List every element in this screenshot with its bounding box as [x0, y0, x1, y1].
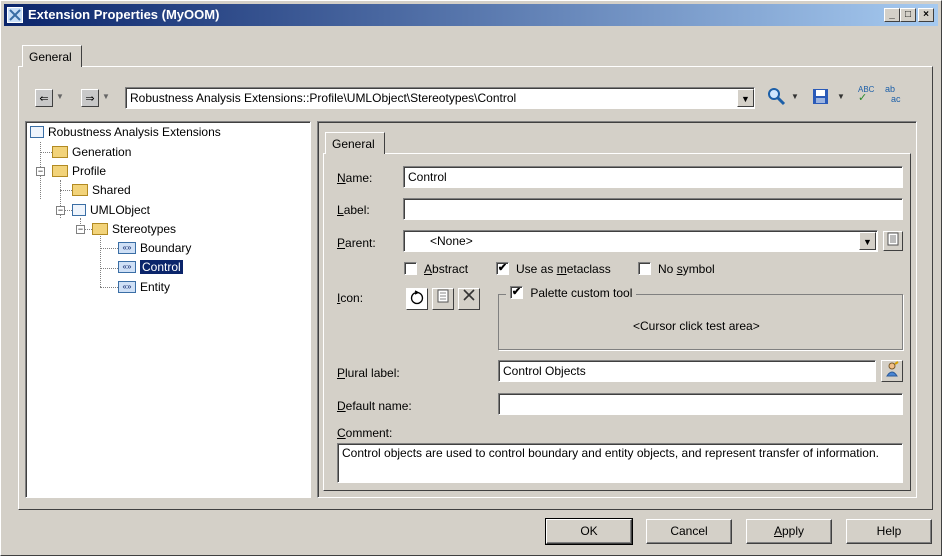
- tree-item-entity-label: Entity: [140, 280, 171, 294]
- spell-check-mark: ✓: [858, 92, 868, 104]
- help-button[interactable]: Help: [846, 519, 932, 544]
- back-dropdown-icon[interactable]: ▼: [56, 92, 64, 101]
- metaclass-checkbox[interactable]: ✔: [496, 262, 509, 275]
- metaclass-label: Use as metaclass: [516, 262, 611, 276]
- close-button[interactable]: ×: [918, 8, 934, 22]
- tree-item-shared[interactable]: Shared: [72, 181, 131, 199]
- object-path-combobox[interactable]: Robustness Analysis Extensions::Profile\…: [125, 87, 755, 109]
- comment-textarea[interactable]: Control objects are used to control boun…: [337, 443, 903, 483]
- folder-open-icon: [92, 222, 108, 235]
- find-dropdown-icon[interactable]: ▼: [791, 92, 799, 101]
- tab-general-inner[interactable]: General: [325, 132, 385, 154]
- cancel-button[interactable]: Cancel: [646, 519, 732, 544]
- delete-icon-button[interactable]: [458, 288, 480, 310]
- collapse-umlobject-icon[interactable]: −: [56, 206, 65, 215]
- stereotype-icon: «»: [118, 241, 136, 254]
- palette-custom-tool-label: Palette custom tool: [530, 285, 633, 300]
- comment-label: Comment:: [337, 426, 393, 440]
- extension-icon: [30, 125, 44, 138]
- spell-check-icon[interactable]: ABC ✓: [858, 85, 874, 104]
- abstract-checkbox[interactable]: [404, 262, 417, 275]
- tree-item-root[interactable]: Robustness Analysis Extensions: [30, 123, 221, 141]
- palette-custom-tool-checkbox[interactable]: ✔: [510, 286, 523, 300]
- folder-icon: [52, 145, 68, 158]
- ok-button[interactable]: OK: [545, 518, 633, 545]
- tab-general-outer[interactable]: General: [22, 45, 82, 67]
- parent-properties-button[interactable]: [883, 231, 903, 251]
- parent-label: Parent:: [337, 236, 376, 250]
- object-path-value: Robustness Analysis Extensions::Profile\…: [130, 91, 517, 105]
- icon-label: Icon:: [337, 291, 364, 305]
- name-label: Name:: [337, 171, 373, 185]
- maximize-button[interactable]: □: [900, 8, 916, 22]
- label-label: Label:: [337, 203, 370, 217]
- find-replace-text: ab: [885, 84, 896, 94]
- label-input[interactable]: [403, 198, 903, 220]
- abstract-label: Abstract: [424, 262, 469, 276]
- tree-item-profile-label: Profile: [72, 164, 107, 178]
- minimize-button[interactable]: _: [884, 8, 900, 22]
- tree-item-stereotypes-label: Stereotypes: [112, 222, 177, 236]
- save-dropdown-icon[interactable]: ▼: [837, 92, 845, 101]
- name-input[interactable]: Control: [403, 166, 903, 188]
- tree-item-root-label: Robustness Analysis Extensions: [48, 125, 221, 139]
- palette-group-header: ✔ Palette custom tool: [506, 285, 637, 303]
- find-icon[interactable]: [766, 86, 786, 109]
- folder-open-icon: [52, 164, 68, 177]
- no-symbol-checkbox[interactable]: [638, 262, 651, 275]
- plural-label-label: Plural label:: [337, 366, 400, 380]
- parent-value: <None>: [430, 234, 473, 248]
- tree-item-profile[interactable]: Profile: [52, 162, 106, 180]
- save-icon[interactable]: [812, 88, 829, 108]
- collapse-stereotypes-icon[interactable]: −: [76, 225, 85, 234]
- stereotype-icon: «»: [118, 280, 136, 293]
- tree-item-control[interactable]: «» Control: [118, 258, 184, 276]
- dialog-window: Extension Properties (MyOOM) _ □ × Gener…: [0, 0, 942, 556]
- default-name-label: Default name:: [337, 399, 412, 413]
- collapse-profile-icon[interactable]: −: [36, 167, 45, 176]
- app-icon: [7, 7, 23, 23]
- default-name-input[interactable]: [498, 393, 903, 415]
- no-symbol-label: No symbol: [658, 262, 715, 276]
- generate-plural-icon[interactable]: [881, 360, 903, 382]
- window-title: Extension Properties (MyOOM): [28, 7, 220, 22]
- tree-item-shared-label: Shared: [92, 183, 131, 197]
- folder-icon: [72, 183, 88, 196]
- tree-item-control-label: Control: [139, 259, 184, 275]
- tree-item-umlobject[interactable]: UMLObject: [72, 201, 150, 219]
- tree-item-boundary[interactable]: «» Boundary: [118, 239, 191, 257]
- title-bar[interactable]: Extension Properties (MyOOM) _ □ ×: [4, 4, 938, 26]
- control-stereotype-icon[interactable]: [406, 288, 428, 310]
- tree-item-stereotypes[interactable]: Stereotypes: [92, 220, 176, 238]
- extension-tree[interactable]: Robustness Analysis Extensions Generatio…: [25, 121, 311, 498]
- cursor-test-area[interactable]: <Cursor click test area>: [633, 319, 760, 333]
- metaclass-icon: [72, 203, 86, 216]
- browse-icon-button[interactable]: [432, 288, 454, 310]
- tree-item-entity[interactable]: «» Entity: [118, 278, 170, 296]
- tree-item-generation[interactable]: Generation: [52, 143, 131, 161]
- apply-button[interactable]: Apply: [746, 519, 832, 544]
- parent-combobox[interactable]: <None>: [403, 230, 878, 252]
- tree-item-boundary-label: Boundary: [140, 241, 192, 255]
- path-dropdown-button[interactable]: ▼: [737, 89, 754, 107]
- find-replace-icon[interactable]: ab ac: [885, 84, 901, 104]
- find-replace-sub: ac: [891, 94, 901, 104]
- forward-arrow-icon[interactable]: ⇒: [81, 89, 99, 107]
- tree-item-umlobject-label: UMLObject: [90, 203, 151, 217]
- tree-item-generation-label: Generation: [72, 145, 132, 159]
- back-arrow-icon[interactable]: ⇐: [35, 89, 53, 107]
- stereotype-icon: «»: [118, 260, 136, 273]
- plural-label-input[interactable]: Control Objects: [498, 360, 876, 382]
- forward-dropdown-icon[interactable]: ▼: [102, 92, 110, 101]
- parent-dropdown-button[interactable]: ▼: [859, 232, 876, 250]
